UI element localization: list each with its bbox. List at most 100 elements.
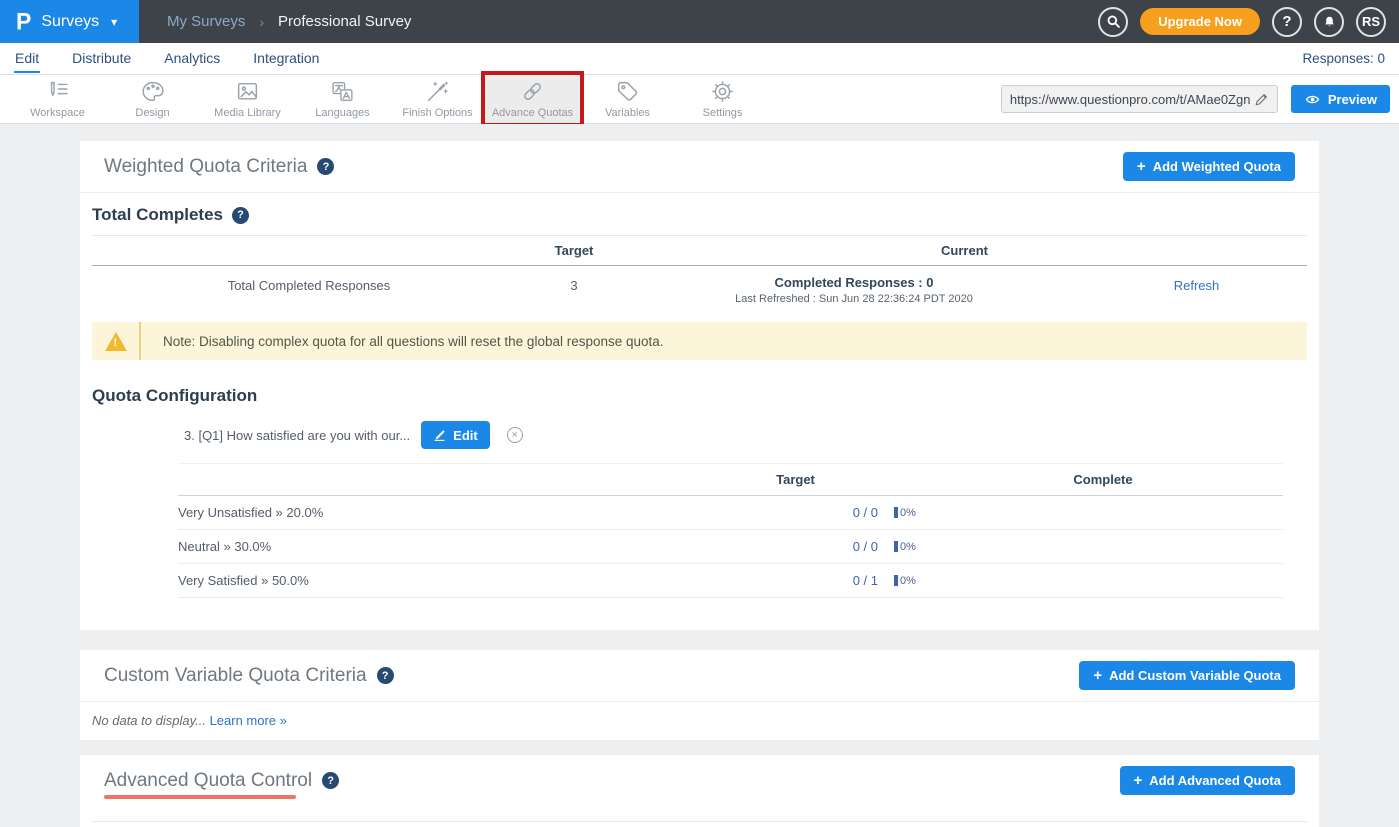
tab-integration[interactable]: Integration — [252, 44, 320, 73]
help-button[interactable]: ? — [1272, 7, 1302, 37]
learn-more-link[interactable]: Learn more » — [210, 713, 287, 728]
questionpro-logo: P — [16, 7, 31, 35]
tag-icon — [615, 79, 640, 104]
column-target: Target — [526, 243, 622, 258]
preview-button[interactable]: Preview — [1291, 85, 1390, 113]
plus-icon: + — [1093, 667, 1102, 684]
add-custom-variable-quota-button[interactable]: + Add Custom Variable Quota — [1079, 661, 1295, 690]
toolbar-item-variables[interactable]: Variables — [580, 76, 675, 122]
target-count: 0 / 0 — [713, 505, 878, 520]
image-icon — [235, 79, 260, 104]
quota-question-row: 3. [Q1] How satisfied are you with our..… — [184, 421, 1307, 449]
workspace-icon — [45, 79, 70, 104]
progress-percent: 0% — [900, 575, 916, 587]
surveys-menu[interactable]: P Surveys ▾ — [0, 0, 139, 43]
progress-bar — [894, 541, 898, 552]
edit-toolbar: Workspace Design Media Library Languages… — [0, 75, 1399, 124]
question-label: 3. [Q1] How satisfied are you with our..… — [184, 428, 410, 443]
palette-icon — [140, 79, 165, 104]
warning-icon: ! — [105, 332, 127, 351]
progress-percent: 0% — [900, 541, 916, 553]
weighted-quota-card: Weighted Quota Criteria ? + Add Weighted… — [80, 141, 1319, 630]
custom-variable-title: Custom Variable Quota Criteria — [104, 665, 367, 687]
surveys-menu-label: Surveys — [41, 13, 99, 31]
main-content: Weighted Quota Criteria ? + Add Weighted… — [0, 124, 1399, 827]
plus-icon: + — [1137, 158, 1146, 175]
target-count: 0 / 1 — [713, 573, 878, 588]
toolbar-item-languages[interactable]: Languages — [295, 76, 390, 122]
top-bar: P Surveys ▾ My Surveys › Professional Su… — [0, 0, 1399, 43]
toolbar-item-design[interactable]: Design — [105, 76, 200, 122]
breadcrumb-my-surveys[interactable]: My Surveys — [167, 13, 245, 30]
edit-quota-button[interactable]: Edit — [421, 421, 490, 449]
custom-variable-header: Custom Variable Quota Criteria ? + Add C… — [80, 650, 1319, 702]
completed-responses-count: Completed Responses : 0 — [622, 275, 1086, 290]
refresh-link[interactable]: Refresh — [1174, 278, 1220, 293]
total-completes-row: Total Completed Responses 3 Completed Re… — [92, 266, 1307, 305]
quota-row-neutral: Neutral » 30.0% 0 / 0 0% — [178, 530, 1283, 564]
custom-variable-empty-state: No data to display... Learn more » — [80, 702, 1319, 739]
quota-note-text: Note: Disabling complex quota for all qu… — [141, 322, 664, 360]
answer-option-label: Neutral » 30.0% — [178, 539, 713, 554]
edit-url-pencil-icon[interactable] — [1254, 92, 1269, 107]
weighted-quota-help-icon[interactable]: ? — [317, 158, 334, 175]
column-current: Current — [622, 243, 1307, 258]
add-advanced-quota-button[interactable]: + Add Advanced Quota — [1120, 766, 1295, 795]
toolbar-item-advance-quotas[interactable]: Advance Quotas — [485, 75, 580, 123]
toolbar-item-media-library[interactable]: Media Library — [200, 76, 295, 122]
column-complete: Complete — [923, 472, 1283, 487]
answer-option-label: Very Unsatisfied » 20.0% — [178, 505, 713, 520]
breadcrumb-separator-icon: › — [259, 14, 264, 30]
gear-icon — [710, 79, 735, 104]
avatar-initials: RS — [1362, 14, 1380, 29]
target-count: 0 / 0 — [713, 539, 878, 554]
toolbar-item-finish-options[interactable]: Finish Options — [390, 76, 485, 122]
search-icon — [1105, 13, 1122, 30]
total-completes-title: Total Completes — [92, 205, 223, 225]
tab-distribute[interactable]: Distribute — [71, 44, 132, 73]
breadcrumb: My Surveys › Professional Survey — [167, 13, 411, 30]
no-data-text: No data to display... — [92, 713, 206, 728]
progress-bar — [894, 575, 898, 586]
quota-table: Target Complete Very Unsatisfied » 20.0%… — [178, 463, 1283, 598]
progress-bar — [894, 507, 898, 518]
column-target: Target — [713, 472, 878, 487]
bell-icon — [1322, 14, 1337, 30]
user-avatar[interactable]: RS — [1356, 7, 1386, 37]
add-weighted-quota-button[interactable]: + Add Weighted Quota — [1123, 152, 1295, 181]
weighted-quota-header: Weighted Quota Criteria ? + Add Weighted… — [80, 141, 1319, 193]
survey-url-input[interactable] — [1010, 92, 1254, 107]
translate-icon — [330, 79, 355, 104]
quota-row-very-satisfied: Very Satisfied » 50.0% 0 / 1 0% — [178, 564, 1283, 598]
plus-icon: + — [1134, 772, 1143, 789]
toolbar-item-settings[interactable]: Settings — [675, 76, 770, 122]
quota-table-header: Target Complete — [178, 464, 1283, 496]
custom-variable-title-row: Custom Variable Quota Criteria ? — [104, 665, 394, 687]
custom-variable-quota-card: Custom Variable Quota Criteria ? + Add C… — [80, 650, 1319, 740]
question-icon: ? — [1282, 13, 1291, 30]
survey-url-field — [1001, 85, 1278, 113]
total-completes-help-icon[interactable]: ? — [232, 207, 249, 224]
advanced-quota-title-row: Advanced Quota Control ? — [104, 770, 339, 792]
red-annotation-underline — [104, 795, 296, 799]
target-value: 3 — [526, 275, 622, 293]
advanced-quota-help-icon[interactable]: ? — [322, 772, 339, 789]
search-button[interactable] — [1098, 7, 1128, 37]
toolbar-item-workspace[interactable]: Workspace — [10, 76, 105, 122]
quota-configuration-title: Quota Configuration — [92, 386, 257, 406]
notifications-button[interactable] — [1314, 7, 1344, 37]
tab-edit[interactable]: Edit — [14, 44, 40, 73]
last-refreshed-timestamp: Last Refreshed : Sun Jun 28 22:36:24 PDT… — [622, 293, 1086, 305]
total-completes-table-header: Target Current — [92, 236, 1307, 266]
upgrade-now-button[interactable]: Upgrade Now — [1140, 8, 1260, 35]
chevron-down-icon: ▾ — [111, 15, 117, 29]
eye-icon — [1304, 93, 1321, 106]
remove-quota-icon[interactable]: × — [507, 427, 523, 443]
advanced-quota-header: Advanced Quota Control ? + Add Advanced … — [80, 755, 1319, 811]
weighted-quota-title: Weighted Quota Criteria — [104, 156, 307, 178]
advanced-quota-title: Advanced Quota Control — [104, 770, 312, 791]
custom-variable-help-icon[interactable]: ? — [377, 667, 394, 684]
tab-analytics[interactable]: Analytics — [163, 44, 221, 73]
quota-configuration-title-row: Quota Configuration — [92, 386, 1307, 406]
quota-note-banner: ! Note: Disabling complex quota for all … — [92, 322, 1307, 360]
